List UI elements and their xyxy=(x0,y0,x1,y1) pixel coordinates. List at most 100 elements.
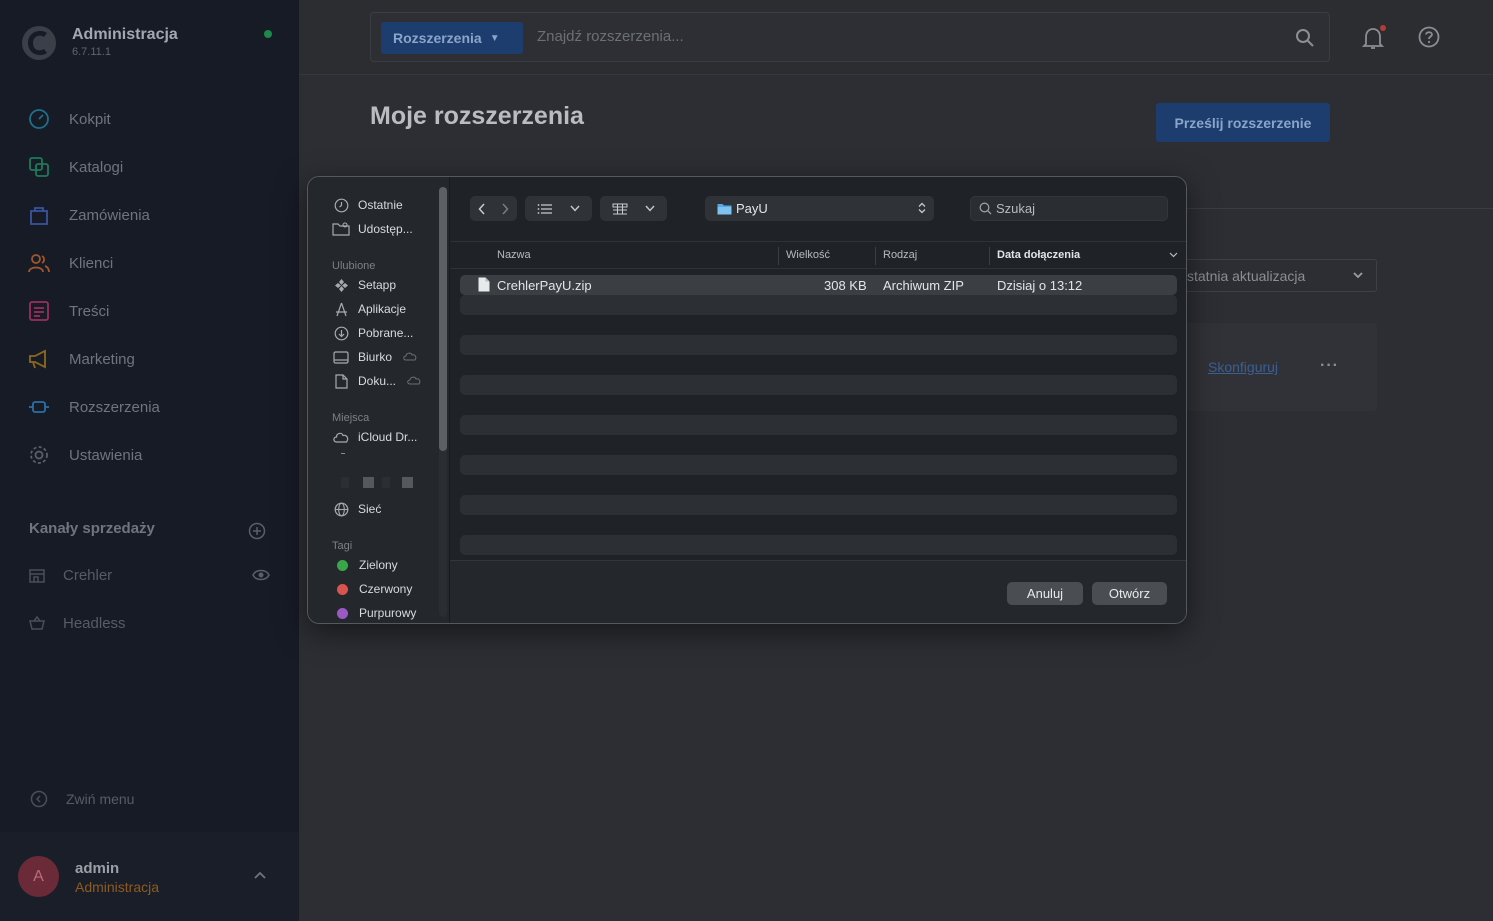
view-mode-grid-dropdown[interactable] xyxy=(600,196,667,221)
open-button[interactable]: Otwórz xyxy=(1092,582,1167,605)
sidebar-item-label: Zielony xyxy=(359,558,398,572)
gear-icon xyxy=(28,444,50,466)
forward-button[interactable] xyxy=(493,196,516,221)
nav-buttons xyxy=(470,196,517,221)
empty-row xyxy=(460,295,1177,315)
extensions-icon xyxy=(28,396,50,418)
dialog-search-field[interactable]: Szukaj xyxy=(970,196,1168,221)
icloud-icon xyxy=(332,428,350,446)
sidebar-item-label: Doku... xyxy=(358,374,397,388)
applications-icon xyxy=(332,300,350,318)
collapse-menu-button[interactable]: Zwiń menu xyxy=(30,790,134,808)
sidebar-item-documents[interactable]: Doku... xyxy=(332,371,422,391)
channel-crehler[interactable]: Crehler xyxy=(28,563,112,587)
sidebar-item-applications[interactable]: Aplikacje xyxy=(332,299,406,319)
nav-item-kokpit[interactable]: Kokpit xyxy=(28,107,111,131)
sidebar-tag-red[interactable]: Czerwony xyxy=(332,579,412,599)
search-scope-dropdown[interactable]: Rozszerzenia ▼ xyxy=(381,22,523,54)
nav-item-zamowienia[interactable]: Zamówienia xyxy=(28,203,150,227)
global-search: Rozszerzenia ▼ xyxy=(370,12,1330,62)
column-date-added[interactable]: Data dołączenia xyxy=(997,249,1080,261)
empty-row xyxy=(460,375,1177,395)
zip-file-icon xyxy=(478,277,490,292)
search-icon[interactable] xyxy=(1295,28,1315,48)
add-channel-icon[interactable] xyxy=(248,522,266,540)
user-menu[interactable]: A admin Administracja xyxy=(0,832,299,921)
avatar: A xyxy=(18,856,59,897)
chevron-right-icon xyxy=(501,202,509,215)
file-list-header: Nazwa Wielkość Rodzaj Data dołączenia xyxy=(450,241,1186,269)
nav-item-rozszerzenia[interactable]: Rozszerzenia xyxy=(28,395,160,419)
sidebar-item-shared[interactable]: Udostęp... xyxy=(332,219,413,239)
device-icon xyxy=(363,477,374,488)
sidebar-item-downloads[interactable]: Pobrane... xyxy=(332,323,413,343)
chevron-up-icon[interactable] xyxy=(253,870,267,880)
user-name: admin xyxy=(75,860,120,877)
view-mode-list-dropdown[interactable] xyxy=(525,196,592,221)
configure-link[interactable]: Skonfiguruj xyxy=(1208,359,1278,375)
column-kind[interactable]: Rodzaj xyxy=(883,249,917,261)
column-separator[interactable] xyxy=(875,247,876,265)
nav-item-klienci[interactable]: Klienci xyxy=(28,251,113,275)
dialog-search-placeholder: Szukaj xyxy=(996,201,1036,216)
chevron-down-icon xyxy=(1353,272,1363,279)
nav-item-katalogi[interactable]: Katalogi xyxy=(28,155,123,179)
sidebar-item-icloud[interactable]: iCloud Dr... xyxy=(332,427,417,447)
back-button[interactable] xyxy=(470,196,493,221)
file-size: 308 KB xyxy=(824,278,867,293)
dialog-footer: Anuluj Otwórz xyxy=(450,560,1186,623)
folder-path-popup[interactable]: PayU xyxy=(705,196,934,221)
sidebar-tag-green[interactable]: Zielony xyxy=(332,555,398,575)
tags-heading: Tagi xyxy=(332,540,353,552)
sort-select[interactable]: statnia aktualizacja xyxy=(1182,259,1377,292)
folder-icon xyxy=(717,203,732,214)
channel-headless[interactable]: Headless xyxy=(28,611,126,635)
cancel-button[interactable]: Anuluj xyxy=(1007,582,1083,605)
search-scope-label: Rozszerzenia xyxy=(393,30,482,46)
column-name[interactable]: Nazwa xyxy=(497,249,531,261)
sidebar-item-desktop[interactable]: Biurko xyxy=(332,347,418,367)
sidebar-item-label: Aplikacje xyxy=(358,302,407,316)
sidebar-scrollbar-thumb[interactable] xyxy=(439,187,447,451)
app-logo-icon xyxy=(22,26,56,60)
desktop-icon xyxy=(332,348,350,366)
nav-item-marketing[interactable]: Marketing xyxy=(28,347,135,371)
dashboard-icon xyxy=(28,108,50,130)
device-placeholder xyxy=(341,477,349,488)
nav-item-tresci[interactable]: Treści xyxy=(28,299,109,323)
nav-label: Kokpit xyxy=(69,110,111,128)
sales-channels-title: Kanały sprzedaży xyxy=(29,520,155,537)
file-row[interactable]: CrehlerPayU.zip 308 KB Archiwum ZIP Dzis… xyxy=(460,275,1177,295)
search-input[interactable] xyxy=(537,28,1237,45)
places-heading: Miejsca xyxy=(332,412,370,424)
clock-icon xyxy=(332,196,350,214)
column-separator[interactable] xyxy=(989,247,990,265)
sidebar-item-setapp[interactable]: Setapp xyxy=(332,275,396,295)
content-icon xyxy=(28,300,50,322)
file-open-dialog: Ostatnie Udostęp... Ulubione Setapp Apli… xyxy=(307,176,1187,624)
more-actions-button[interactable]: ··· xyxy=(1320,357,1339,375)
sort-select-label: statnia aktualizacja xyxy=(1187,267,1306,284)
nav-item-ustawienia[interactable]: Ustawienia xyxy=(28,443,142,467)
device-placeholder xyxy=(382,477,390,488)
notification-badge xyxy=(1380,25,1386,31)
collapse-icon xyxy=(30,790,48,808)
channel-label: Headless xyxy=(63,614,126,632)
sidebar-item-recent[interactable]: Ostatnie xyxy=(332,195,403,215)
sidebar-tag-purple[interactable]: Purpurowy xyxy=(332,603,416,623)
sidebar-item-label: Setapp xyxy=(358,278,397,292)
chevron-down-icon xyxy=(565,196,585,221)
eye-icon[interactable] xyxy=(252,568,270,582)
dialog-main: PayU Szukaj Nazwa Wielkość Rodzaj Data d… xyxy=(450,177,1186,623)
sidebar-item-network[interactable]: Sieć xyxy=(332,499,381,519)
column-separator[interactable] xyxy=(778,247,779,265)
list-view-icon xyxy=(525,196,565,221)
favorites-heading: Ulubione xyxy=(332,260,376,272)
upload-extension-button[interactable]: Prześlij rozszerzenie xyxy=(1156,103,1330,142)
help-icon[interactable] xyxy=(1418,26,1440,48)
status-indicator xyxy=(264,30,272,38)
tag-color-dot xyxy=(337,583,348,595)
sidebar: Administracja 6.7.11.1 Kokpit Katalogi Z… xyxy=(0,0,299,921)
sidebar-item-label: Biurko xyxy=(358,350,393,364)
column-size[interactable]: Wielkość xyxy=(786,249,830,261)
